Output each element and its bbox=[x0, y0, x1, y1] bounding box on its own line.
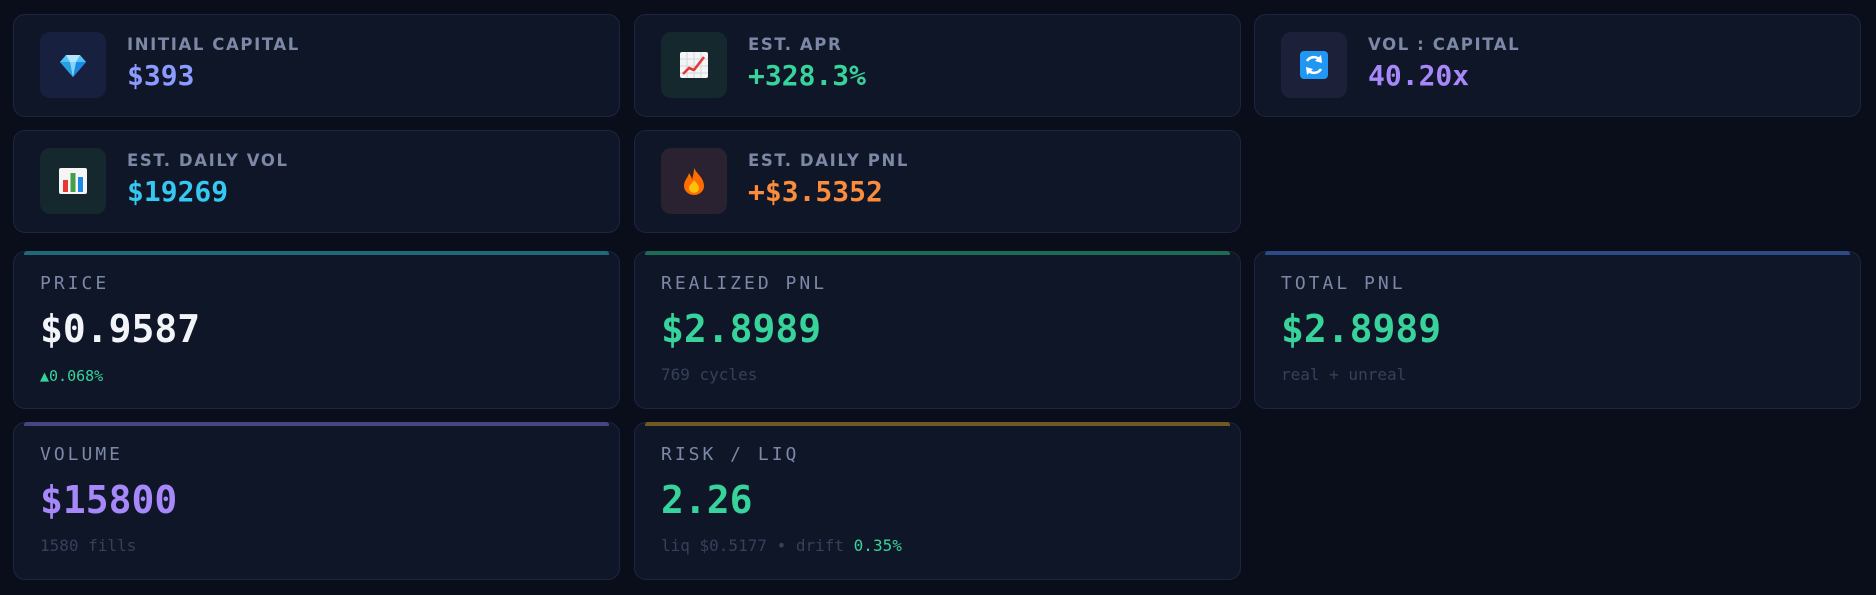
est-daily-pnl-value: +$3.5352 bbox=[748, 175, 883, 208]
realized-pnl-card: REALIZED PNL $2.8989 769 cycles bbox=[634, 251, 1241, 409]
volume-label: VOLUME bbox=[40, 444, 124, 465]
bar-chart-icon bbox=[40, 148, 106, 214]
vol-capital-label: VOL : CAPITAL bbox=[1368, 35, 1521, 54]
est-apr-card: EST. APR +328.3% bbox=[634, 14, 1241, 117]
chart-increasing-icon bbox=[661, 32, 727, 98]
volume-fills: 1580 fills bbox=[40, 536, 137, 555]
risk-liq-sub: liq $0.5177 • drift 0.35% bbox=[661, 536, 902, 555]
liq-price-text: liq $0.5177 • drift bbox=[661, 536, 845, 555]
risk-liq-value: 2.26 bbox=[661, 478, 753, 522]
initial-capital-label: INITIAL CAPITAL bbox=[127, 35, 300, 54]
risk-liq-card: RISK / LIQ 2.26 liq $0.5177 • drift 0.35… bbox=[634, 422, 1241, 580]
risk-liq-accent-bar bbox=[645, 422, 1230, 426]
total-pnl-sub: real + unreal bbox=[1281, 365, 1407, 384]
price-value: $0.9587 bbox=[40, 307, 201, 351]
realized-pnl-cycles: 769 cycles bbox=[661, 365, 758, 384]
total-pnl-accent-bar bbox=[1265, 251, 1850, 255]
initial-capital-value: $393 bbox=[127, 59, 195, 92]
est-daily-vol-label: EST. DAILY VOL bbox=[127, 151, 289, 170]
realized-pnl-accent-bar bbox=[645, 251, 1230, 255]
price-accent-bar bbox=[24, 251, 609, 255]
est-apr-label: EST. APR bbox=[748, 35, 843, 54]
est-daily-pnl-label: EST. DAILY PNL bbox=[748, 151, 909, 170]
vol-capital-value: 40.20x bbox=[1368, 59, 1470, 92]
total-pnl-value: $2.8989 bbox=[1281, 307, 1442, 351]
total-pnl-label: TOTAL PNL bbox=[1281, 273, 1406, 294]
realized-pnl-label: REALIZED PNL bbox=[661, 273, 828, 294]
fire-icon bbox=[661, 148, 727, 214]
est-daily-vol-card: EST. DAILY VOL $19269 bbox=[13, 130, 620, 233]
total-pnl-card: TOTAL PNL $2.8989 real + unreal bbox=[1254, 251, 1861, 409]
drift-value: 0.35% bbox=[853, 536, 902, 555]
volume-accent-bar bbox=[24, 422, 609, 426]
gem-icon bbox=[40, 32, 106, 98]
price-label: PRICE bbox=[40, 273, 110, 294]
est-daily-pnl-card: EST. DAILY PNL +$3.5352 bbox=[634, 130, 1241, 233]
dashboard: INITIAL CAPITAL $393 EST. APR +328.3% VO… bbox=[0, 0, 1876, 595]
price-card: PRICE $0.9587 ▲0.068% bbox=[13, 251, 620, 409]
risk-liq-label: RISK / LIQ bbox=[661, 444, 800, 465]
volume-value: $15800 bbox=[40, 478, 178, 522]
realized-pnl-value: $2.8989 bbox=[661, 307, 822, 351]
vol-capital-card: VOL : CAPITAL 40.20x bbox=[1254, 14, 1861, 117]
refresh-arrows-icon bbox=[1281, 32, 1347, 98]
est-daily-vol-value: $19269 bbox=[127, 175, 229, 208]
est-apr-value: +328.3% bbox=[748, 59, 867, 92]
volume-card: VOLUME $15800 1580 fills bbox=[13, 422, 620, 580]
initial-capital-card: INITIAL CAPITAL $393 bbox=[13, 14, 620, 117]
price-change: ▲0.068% bbox=[40, 367, 104, 385]
